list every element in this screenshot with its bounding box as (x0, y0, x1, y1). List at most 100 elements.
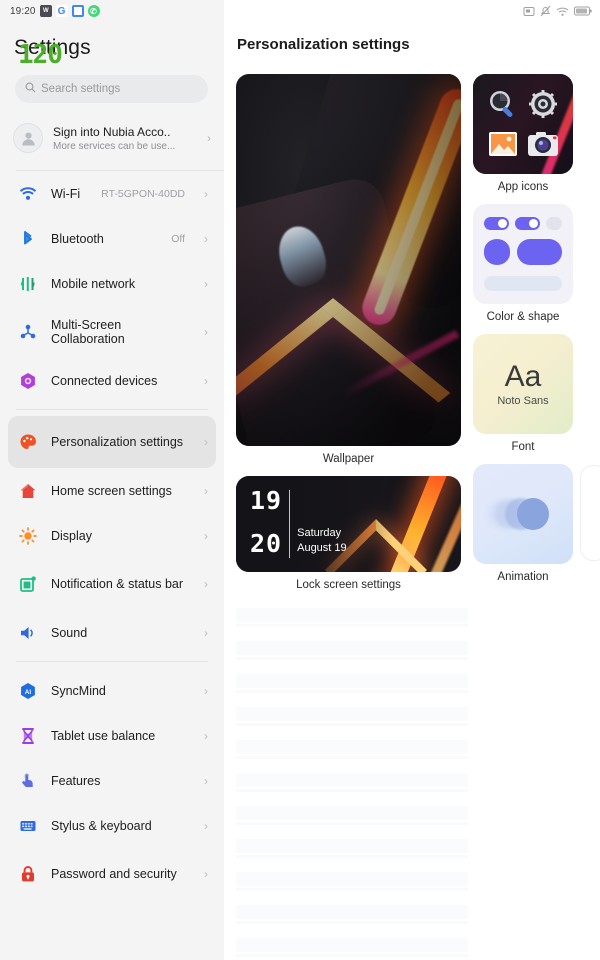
sidebar-item-label: SyncMind (51, 683, 106, 698)
sidebar-item-tablet-use-balance[interactable]: Tablet use balance › (8, 713, 216, 758)
tile-grid: Wallpaper 19 20 Saturday August 19 Lock … (236, 74, 600, 602)
sidebar-item-bluetooth[interactable]: Bluetooth Off › (8, 216, 216, 261)
chevron-right-icon: › (204, 186, 208, 201)
skeleton-band (236, 740, 468, 754)
lock-screen-caption: Lock screen settings (296, 579, 401, 591)
chevron-right-icon: › (204, 867, 208, 881)
color-shape-preview[interactable] (473, 204, 573, 304)
animation-caption: Animation (497, 571, 549, 583)
lock-icon (18, 865, 38, 883)
search-app-icon (486, 87, 520, 121)
sidebar-item-label: Features (51, 773, 101, 788)
skeleton-band (236, 872, 468, 886)
sidebar-item-label: Tablet use balance (51, 728, 156, 743)
speaker-icon (18, 624, 38, 642)
sidebar-item-label: Multi-Screen Collaboration (51, 318, 125, 346)
sidebar-section-divider (16, 409, 208, 410)
lock-screen-tile[interactable]: 19 20 Saturday August 19 Lock screen set… (236, 476, 461, 602)
animation-ball (517, 498, 549, 530)
search-placeholder: Search settings (41, 83, 121, 95)
sidebar-item-label: Wi-Fi (51, 186, 81, 201)
next-tile-peek[interactable] (580, 465, 600, 561)
sidebar-item-mobile-network[interactable]: Mobile network › (8, 261, 216, 306)
chevron-right-icon: › (204, 528, 208, 543)
chevron-right-icon: › (204, 577, 208, 591)
tile-column-left: Wallpaper 19 20 Saturday August 19 Lock … (236, 74, 461, 602)
wallpaper-tile[interactable]: Wallpaper (236, 74, 461, 476)
skeleton-line (236, 954, 468, 957)
skeleton-band (236, 608, 468, 622)
lock-screen-preview[interactable]: 19 20 Saturday August 19 (236, 476, 461, 572)
skeleton-line (236, 921, 468, 924)
animation-tile[interactable]: Animation (473, 464, 573, 594)
sidebar-nav: Wi-Fi RT-5GPON-40DD › Bluetooth Off › Mobile n… (0, 171, 224, 900)
home-icon (18, 482, 38, 500)
wallpaper-preview[interactable] (236, 74, 461, 446)
skeleton-line (236, 690, 468, 693)
sidebar-item-sound[interactable]: Sound › (8, 610, 216, 655)
wallpaper-vignette (236, 74, 461, 446)
font-preview[interactable]: Aa Noto Sans (473, 334, 573, 434)
account-row[interactable]: Sign into Nubia Acco.. More services can… (13, 116, 211, 160)
animation-preview[interactable] (473, 464, 573, 564)
sidebar-item-multi-screen-collaboration[interactable]: Multi-Screen Collaboration › (8, 306, 216, 358)
sidebar-item-label: Stylus & keyboard (51, 818, 152, 833)
bluetooth-icon (18, 230, 38, 248)
page-title: Personalization settings (237, 36, 410, 53)
sidebar-item-home-screen-settings[interactable]: Home screen settings › (8, 468, 216, 513)
shape-blob (484, 239, 510, 265)
skeleton-line (236, 756, 468, 759)
shape-pill (517, 239, 562, 265)
lock-clock-separator (289, 490, 291, 558)
skeleton-band (236, 839, 468, 853)
sidebar-item-display[interactable]: Display › (8, 513, 216, 558)
font-caption: Font (511, 441, 535, 453)
wallpaper-artwork (236, 74, 461, 446)
color-shape-tile[interactable]: Color & shape (473, 204, 573, 334)
loading-skeleton (236, 608, 468, 960)
lock-weekday: Saturday (297, 527, 342, 539)
sidebar-item-label: Bluetooth (51, 231, 104, 246)
sidebar-item-label: Mobile network (51, 276, 136, 291)
chevron-right-icon: › (204, 325, 208, 339)
font-name: Noto Sans (497, 395, 549, 407)
font-tile[interactable]: Aa Noto Sans Font (473, 334, 573, 464)
toggle-shape-1 (484, 217, 509, 230)
chevron-right-icon: › (204, 435, 208, 449)
sidebar-item-label: Notification & status bar (51, 577, 184, 591)
search-input[interactable]: Search settings (15, 75, 208, 103)
sidebar-item-syncmind[interactable]: AI SyncMind › (8, 668, 216, 713)
skeleton-line (236, 723, 468, 726)
skeleton-line (236, 624, 468, 627)
sidebar-item-password-and-security[interactable]: Password and security › (8, 848, 216, 900)
sidebar-item-wi-fi[interactable]: Wi-Fi RT-5GPON-40DD › (8, 171, 216, 216)
keyboard-icon (18, 817, 38, 835)
sidebar-item-personalization-settings[interactable]: Personalization settings › (8, 416, 216, 468)
chevron-right-icon: › (204, 231, 208, 246)
skeleton-band (236, 773, 468, 787)
tile-column-right: App icons Color & shape Aa Noto Sans Fon… (473, 74, 573, 594)
tile-row: Wallpaper 19 20 Saturday August 19 Lock … (236, 74, 600, 602)
app-icons-preview[interactable] (473, 74, 573, 174)
fps-overlay: 120 (18, 40, 63, 70)
sidebar-item-label: Home screen settings (51, 483, 172, 498)
chevron-right-icon: › (204, 683, 208, 698)
color-shape-caption: Color & shape (486, 311, 560, 323)
sidebar-item-label: Personalization settings (51, 435, 184, 449)
sidebar-item-features[interactable]: Features › (8, 758, 216, 803)
sidebar-item-connected-devices[interactable]: Connected devices › (8, 358, 216, 403)
app-icons-tile[interactable]: App icons (473, 74, 573, 204)
wallpaper-caption: Wallpaper (322, 453, 375, 465)
app-icons-caption: App icons (497, 181, 549, 193)
sidebar-section-divider (16, 661, 208, 662)
sidebar-item-label: Password and security (51, 867, 177, 881)
skeleton-band (236, 641, 468, 655)
lock-minute: 20 (250, 529, 283, 558)
skeleton-band (236, 938, 468, 952)
settings-screen: 19:20 W G ✆ Settings 120 Search settings… (0, 0, 600, 960)
sidebar-item-notification-status-bar[interactable]: Notification & status bar › (8, 558, 216, 610)
palette-icon (18, 433, 38, 451)
skeleton-band (236, 707, 468, 721)
sidebar-item-stylus-keyboard[interactable]: Stylus & keyboard › (8, 803, 216, 848)
touch-hand-icon (18, 772, 38, 790)
